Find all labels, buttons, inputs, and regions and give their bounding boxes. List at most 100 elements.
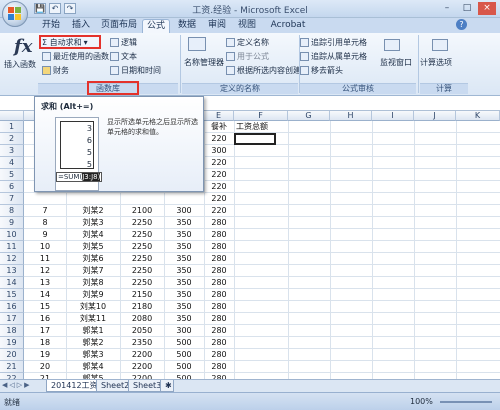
close-button[interactable]: ×: [478, 2, 496, 15]
table-cell[interactable]: 300: [164, 325, 204, 337]
table-cell[interactable]: 220: [204, 205, 234, 217]
row-header[interactable]: 13: [0, 265, 24, 277]
table-cell[interactable]: [66, 193, 120, 205]
table-cell[interactable]: 2250: [120, 241, 164, 253]
table-cell[interactable]: 2200: [120, 361, 164, 373]
row-header[interactable]: 11: [0, 241, 24, 253]
table-cell[interactable]: 280: [204, 241, 234, 253]
table-cell[interactable]: 300: [204, 145, 234, 157]
table-cell[interactable]: 14: [24, 289, 66, 301]
header-total-salary[interactable]: 工资总额: [236, 121, 288, 133]
maximize-button[interactable]: □: [458, 2, 476, 15]
table-cell[interactable]: 2180: [120, 301, 164, 313]
table-cell[interactable]: 350: [164, 229, 204, 241]
datetime-button[interactable]: 日期和时间: [110, 65, 161, 76]
column-header-e[interactable]: E: [204, 111, 234, 121]
column-header-k[interactable]: K: [456, 111, 500, 121]
row-header[interactable]: 17: [0, 313, 24, 325]
table-cell[interactable]: 280: [204, 265, 234, 277]
table-cell[interactable]: 350: [164, 289, 204, 301]
column-header-j[interactable]: J: [414, 111, 456, 121]
office-button[interactable]: [2, 1, 28, 27]
table-cell[interactable]: 12: [24, 265, 66, 277]
table-cell[interactable]: 350: [164, 265, 204, 277]
table-cell[interactable]: 17: [24, 325, 66, 337]
row-header[interactable]: 5: [0, 169, 24, 181]
table-cell[interactable]: [24, 193, 66, 205]
tab-view[interactable]: 视图: [234, 19, 260, 33]
table-cell[interactable]: 220: [204, 169, 234, 181]
table-cell[interactable]: 280: [204, 349, 234, 361]
zoom-slider[interactable]: [440, 401, 492, 403]
table-cell[interactable]: 2250: [120, 229, 164, 241]
table-cell[interactable]: 7: [24, 205, 66, 217]
row-header[interactable]: 7: [0, 193, 24, 205]
sheet-nav-arrows-icon[interactable]: ◀◁▷▶: [2, 381, 32, 389]
sheet-tab-201412[interactable]: 201412工资: [46, 380, 103, 392]
column-header-f[interactable]: F: [234, 111, 288, 121]
table-cell[interactable]: 220: [204, 181, 234, 193]
minimize-button[interactable]: –: [438, 2, 456, 15]
column-header-g[interactable]: G: [288, 111, 330, 121]
table-cell[interactable]: 18: [24, 337, 66, 349]
column-header-i[interactable]: I: [372, 111, 414, 121]
header-meal-allowance[interactable]: 餐补: [204, 121, 234, 133]
table-cell[interactable]: 350: [164, 277, 204, 289]
table-cell[interactable]: 刘某8: [66, 277, 120, 289]
table-cell[interactable]: 郭某1: [66, 325, 120, 337]
table-cell[interactable]: 郭某4: [66, 361, 120, 373]
table-cell[interactable]: 280: [204, 253, 234, 265]
table-cell[interactable]: 2250: [120, 217, 164, 229]
table-cell[interactable]: 350: [164, 241, 204, 253]
row-header[interactable]: 18: [0, 325, 24, 337]
tab-page-layout[interactable]: 页面布局: [98, 19, 140, 33]
row-header[interactable]: 21: [0, 361, 24, 373]
table-cell[interactable]: 280: [204, 277, 234, 289]
name-manager-button[interactable]: 名称管理器: [184, 57, 224, 68]
table-cell[interactable]: 280: [204, 361, 234, 373]
table-cell[interactable]: 350: [164, 217, 204, 229]
table-cell[interactable]: 刘某2: [66, 205, 120, 217]
table-cell[interactable]: 300: [164, 205, 204, 217]
table-cell[interactable]: 2080: [120, 313, 164, 325]
tab-insert[interactable]: 插入: [68, 19, 94, 33]
table-cell[interactable]: 刘某7: [66, 265, 120, 277]
logical-button[interactable]: 逻辑: [110, 37, 137, 48]
table-cell[interactable]: 15: [24, 301, 66, 313]
trace-dependents-button[interactable]: 追踪从属单元格: [300, 51, 367, 62]
table-cell[interactable]: 10: [24, 241, 66, 253]
table-cell[interactable]: 2250: [120, 277, 164, 289]
table-cell[interactable]: 19: [24, 349, 66, 361]
tab-formulas[interactable]: 公式: [142, 19, 170, 33]
table-cell[interactable]: 350: [164, 313, 204, 325]
table-cell[interactable]: 刘某5: [66, 241, 120, 253]
table-cell[interactable]: 刘某4: [66, 229, 120, 241]
table-cell[interactable]: 280: [204, 217, 234, 229]
tab-home[interactable]: 开始: [38, 19, 64, 33]
table-cell[interactable]: 2200: [120, 349, 164, 361]
row-header[interactable]: 9: [0, 217, 24, 229]
recent-functions-button[interactable]: 最近使用的函数: [42, 51, 109, 62]
remove-arrows-button[interactable]: 移去箭头: [300, 65, 343, 76]
row-header[interactable]: 19: [0, 337, 24, 349]
table-cell[interactable]: 280: [204, 313, 234, 325]
tab-review[interactable]: 审阅: [204, 19, 230, 33]
name-manager-icon[interactable]: [188, 37, 206, 51]
use-in-formula-button[interactable]: 用于公式: [226, 51, 269, 62]
table-cell[interactable]: 220: [204, 133, 234, 145]
table-cell[interactable]: 2250: [120, 253, 164, 265]
new-sheet-icon[interactable]: ✱: [160, 380, 174, 392]
table-cell[interactable]: 刘某11: [66, 313, 120, 325]
table-cell[interactable]: 500: [164, 361, 204, 373]
table-cell[interactable]: [164, 193, 204, 205]
table-cell[interactable]: 8: [24, 217, 66, 229]
tab-acrobat[interactable]: Acrobat: [268, 19, 308, 33]
create-from-selection-button[interactable]: 根据所选内容创建: [226, 65, 301, 76]
table-cell[interactable]: 280: [204, 229, 234, 241]
help-icon[interactable]: ?: [456, 19, 467, 30]
table-cell[interactable]: 刘某6: [66, 253, 120, 265]
table-cell[interactable]: 刘某9: [66, 289, 120, 301]
table-cell[interactable]: 220: [204, 193, 234, 205]
watch-window-icon[interactable]: [384, 39, 400, 51]
row-header[interactable]: 12: [0, 253, 24, 265]
